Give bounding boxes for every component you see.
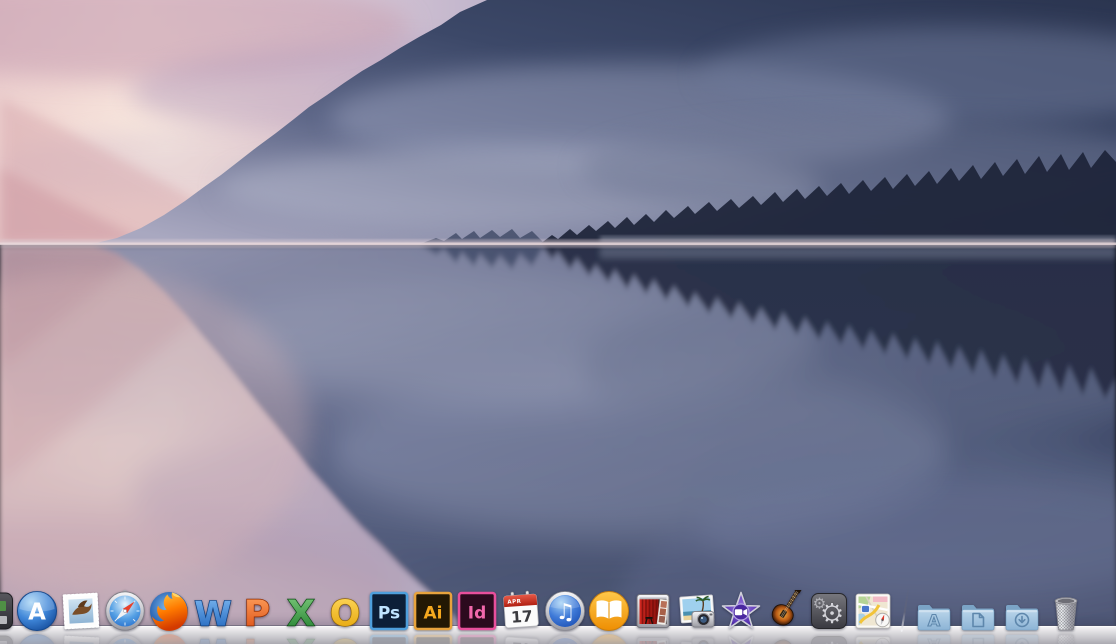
ibooks-icon [588, 590, 630, 632]
svg-text:W: W [194, 595, 232, 633]
svg-text:17: 17 [511, 607, 534, 626]
dock-item-maps[interactable] [852, 590, 894, 632]
dock-item-ibooks[interactable] [588, 590, 630, 632]
dock-item-photo-booth[interactable] [632, 590, 674, 632]
dock-item-imovie[interactable] [720, 590, 762, 632]
dock-item-garageband[interactable] [764, 590, 806, 632]
svg-text:O: O [330, 594, 361, 633]
desktop: A [0, 0, 1116, 644]
calendar-icon: APR 17 [500, 590, 542, 632]
dock-item-system-preferences[interactable]: ⚙ ⚙ [808, 590, 850, 632]
dock-item-mail[interactable] [60, 590, 102, 632]
dock-item-illustrator[interactable]: Ai [412, 590, 454, 632]
dock-item-downloads-folder[interactable] [1001, 590, 1043, 632]
dock-item-itunes[interactable]: ♫ [544, 590, 586, 632]
dock-item-calendar[interactable]: APR 17 [500, 590, 542, 632]
dock-item-excel[interactable]: X [280, 590, 322, 632]
dock-items: A [0, 588, 1087, 632]
svg-text:A: A [928, 611, 941, 630]
downloads-folder-icon [1001, 590, 1043, 632]
indesign-id-icon: Id [456, 590, 498, 632]
photo-booth-icon [632, 590, 674, 632]
wallpaper [0, 0, 1116, 644]
excel-x-icon: X [280, 590, 322, 632]
svg-text:A: A [28, 600, 46, 626]
photoshop-ps-icon: Ps [368, 590, 410, 632]
dock-item-trash[interactable] [1045, 590, 1087, 632]
documents-folder-icon [957, 590, 999, 632]
itunes-note-icon: ♫ [544, 590, 586, 632]
dock: A [0, 572, 1116, 644]
word-w-icon: W [192, 590, 234, 632]
dock-item-word[interactable]: W [192, 590, 234, 632]
dock-item-documents-folder[interactable] [957, 590, 999, 632]
dock-item-indesign[interactable]: Id [456, 590, 498, 632]
dock-item-mission-control[interactable] [0, 590, 14, 632]
trash-icon [1045, 590, 1087, 632]
svg-text:X: X [287, 594, 315, 633]
svg-text:Ps: Ps [378, 604, 400, 624]
mission-control-icon [0, 590, 14, 632]
system-preferences-gears-icon: ⚙ ⚙ [808, 590, 850, 632]
svg-text:Id: Id [468, 604, 487, 624]
dock-item-firefox[interactable] [148, 590, 190, 632]
svg-text:APR: APR [507, 599, 522, 606]
dock-item-powerpoint[interactable]: P [236, 590, 278, 632]
svg-text:Ai: Ai [424, 604, 443, 624]
safari-compass-icon [104, 590, 146, 632]
dock-item-iphoto[interactable] [676, 590, 718, 632]
outlook-o-icon: O [324, 590, 366, 632]
powerpoint-p-icon: P [236, 590, 278, 632]
iphoto-icon [676, 590, 718, 632]
dock-item-app-store[interactable]: A [16, 590, 58, 632]
maps-icon [852, 590, 894, 632]
svg-text:⚙: ⚙ [813, 595, 826, 613]
dock-divider[interactable] [901, 588, 910, 632]
dock-item-photoshop[interactable]: Ps [368, 590, 410, 632]
svg-text:P: P [244, 594, 270, 633]
dock-item-outlook[interactable]: O [324, 590, 366, 632]
illustrator-ai-icon: Ai [412, 590, 454, 632]
dock-item-applications-folder[interactable]: A [913, 590, 955, 632]
dock-item-safari[interactable] [104, 590, 146, 632]
garageband-guitar-icon [764, 590, 806, 632]
app-store-icon: A [16, 590, 58, 632]
firefox-icon [148, 590, 190, 632]
mail-stamp-icon [60, 590, 102, 632]
applications-folder-icon: A [913, 590, 955, 632]
imovie-star-icon [720, 590, 762, 632]
